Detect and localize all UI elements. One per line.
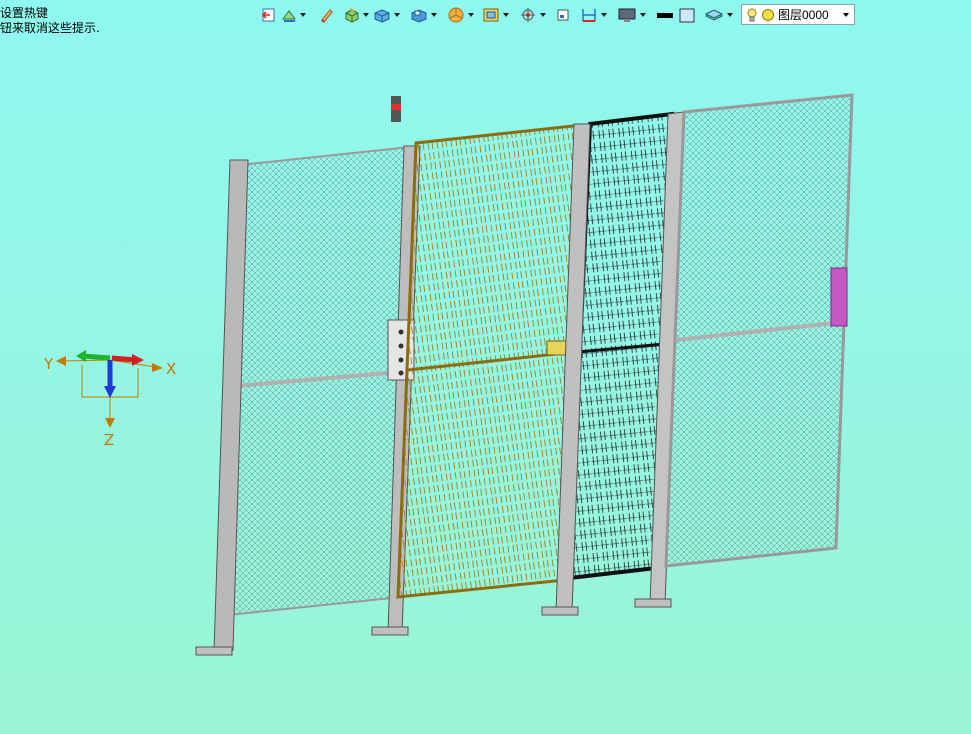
- right-fence-panel: [664, 93, 854, 568]
- lightbulb-icon: [747, 8, 757, 21]
- chevron-down-icon: [727, 13, 733, 17]
- pencil-icon: [321, 9, 333, 23]
- pencil-button[interactable]: [317, 4, 337, 26]
- chevron-down-icon: [540, 13, 546, 17]
- solid-box-button[interactable]: [372, 4, 401, 26]
- extrude-button[interactable]: [343, 4, 370, 26]
- axis-triad: [56, 350, 163, 428]
- z-axis-label: Z: [104, 431, 115, 449]
- chevron-down-icon: [394, 13, 400, 17]
- shell-icon: [411, 9, 427, 23]
- fill-color-icon: [679, 8, 695, 23]
- dimension-icon: [582, 9, 596, 22]
- target-button[interactable]: [518, 4, 547, 26]
- chevron-down-icon: [468, 13, 474, 17]
- shell-button[interactable]: [409, 4, 438, 26]
- chevron-down-icon: [843, 12, 849, 17]
- left-fence-panel: [195, 145, 412, 656]
- return-button[interactable]: [258, 4, 278, 26]
- layer-name: 图层0000: [778, 8, 829, 22]
- hotkey-hint: 设置热键 钮来取消这些提示.: [0, 6, 100, 36]
- extrude-icon: [345, 8, 359, 23]
- chevron-down-icon: [640, 13, 646, 17]
- toolbar: [258, 3, 734, 27]
- door-handle: [830, 267, 848, 327]
- sketch-button[interactable]: [280, 4, 307, 26]
- chevron-down-icon: [601, 13, 607, 17]
- layer-stack-button[interactable]: [703, 4, 734, 26]
- fill-color-button[interactable]: [677, 4, 697, 26]
- small-frame-icon: [557, 9, 569, 21]
- layer-color-dot-icon: [762, 8, 774, 21]
- line-color-icon: [657, 13, 673, 18]
- return-icon: [261, 8, 275, 22]
- target-icon: [521, 8, 535, 22]
- pie-button[interactable]: [446, 4, 475, 26]
- view-box-button[interactable]: [481, 4, 510, 26]
- hint-line-2: 钮来取消这些提示.: [0, 21, 100, 35]
- chevron-down-icon: [503, 13, 509, 17]
- line-color-button[interactable]: [655, 4, 675, 26]
- view-box-icon: [483, 8, 499, 22]
- y-axis-label: Y: [44, 355, 54, 373]
- monitor-icon: [618, 8, 636, 22]
- small-frame-button[interactable]: [553, 4, 573, 26]
- layer-stack-icon: [704, 9, 724, 21]
- layer-select[interactable]: 图层0000: [741, 4, 855, 25]
- chevron-down-icon: [431, 13, 437, 17]
- chevron-down-icon: [300, 13, 306, 17]
- gold-gate-panel: [396, 123, 584, 599]
- x-axis-label: X: [166, 360, 177, 378]
- solid-box-icon: [374, 9, 390, 23]
- monitor-button[interactable]: [616, 4, 647, 26]
- hint-line-1: 设置热键: [0, 6, 49, 20]
- dimension-button[interactable]: [579, 4, 608, 26]
- sketch-icon: [282, 10, 296, 22]
- chevron-down-icon: [363, 13, 369, 17]
- pie-icon: [448, 7, 464, 23]
